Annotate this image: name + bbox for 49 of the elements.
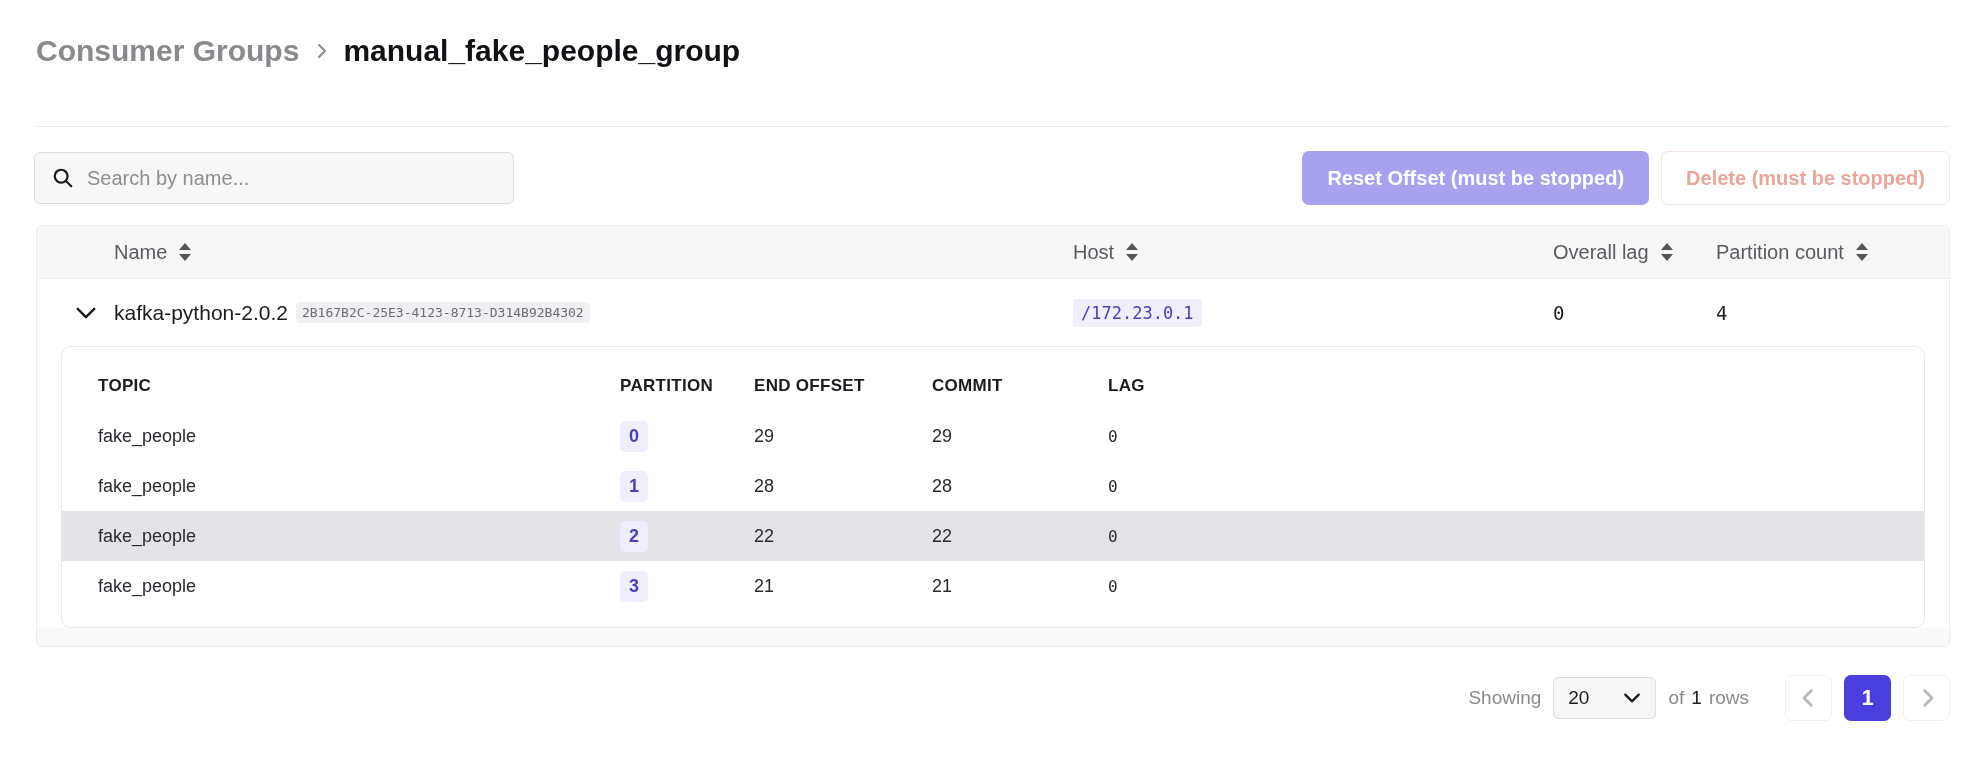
sort-icon[interactable]: [1855, 243, 1868, 261]
column-header: LAG: [1108, 376, 1146, 396]
partition-tag: 0: [620, 420, 648, 452]
table-cell-text: fake_people: [98, 525, 198, 547]
table-cell-text: 21: [932, 575, 954, 597]
table-cell-text: 4: [1716, 301, 1729, 324]
sort-icon[interactable]: [179, 243, 192, 261]
table-cell-text: 28: [932, 475, 954, 497]
table-cell-text: 29: [754, 425, 776, 447]
column-header[interactable]: Host: [1073, 240, 1115, 264]
table-cell-text: 22: [754, 525, 776, 547]
column-header: END OFFSET: [754, 376, 866, 396]
table-cell-text: fake_people: [98, 425, 198, 447]
column-header[interactable]: Name: [114, 240, 168, 264]
rows-label: rows: [1708, 687, 1749, 709]
table-cell-text: fake_people: [98, 575, 198, 597]
table-cell-text: 0: [1108, 576, 1119, 596]
member-id-tag: 2B167B2C-25E3-4123-8713-D314B92B4302: [295, 302, 590, 323]
search-icon: [52, 167, 74, 189]
column-header: TOPIC: [98, 376, 153, 396]
table-cell-text: 0: [1108, 476, 1119, 496]
table-cell-text: 21: [754, 575, 776, 597]
sort-icon[interactable]: [1126, 243, 1139, 261]
table-cell-text: 0: [1553, 301, 1566, 324]
table-cell-text: fake_people: [98, 475, 198, 497]
of-label: of: [1668, 687, 1685, 709]
member-name: kafka-python-2.0.2: [114, 300, 288, 325]
column-header[interactable]: Overall lag: [1553, 240, 1649, 264]
partition-tag: 1: [620, 470, 648, 502]
sort-icon[interactable]: [1660, 243, 1673, 261]
page-title: manual_fake_people_group: [343, 34, 741, 68]
table-cell-text: 29: [932, 425, 954, 447]
column-header: COMMIT: [932, 376, 1004, 396]
table-cell-text: 0: [1108, 526, 1119, 546]
table-cell-text: 0: [1108, 426, 1119, 446]
partition-row[interactable]: fake_people 2 22 22 0: [62, 511, 1924, 561]
column-header: PARTITION: [620, 376, 715, 396]
table-cell-text: 22: [932, 525, 954, 547]
total-count: 1: [1691, 687, 1702, 709]
page-size-select[interactable]: 20: [1553, 677, 1657, 719]
showing-label: Showing: [1468, 687, 1542, 709]
host-tag: /172.23.0.1: [1073, 298, 1202, 327]
table-row[interactable]: kafka-python-2.0.2 2B167B2C-25E3-4123-8713-D314B92B4302 /172.23.0.1 0 4: [37, 279, 1949, 346]
partition-tag: 2: [620, 520, 648, 552]
page-button[interactable]: 1: [1844, 675, 1891, 721]
table-cell-text: 28: [754, 475, 776, 497]
search-field[interactable]: Search by name...: [34, 152, 514, 204]
column-header[interactable]: Partition count: [1716, 240, 1844, 264]
partition-tag: 3: [620, 570, 648, 602]
